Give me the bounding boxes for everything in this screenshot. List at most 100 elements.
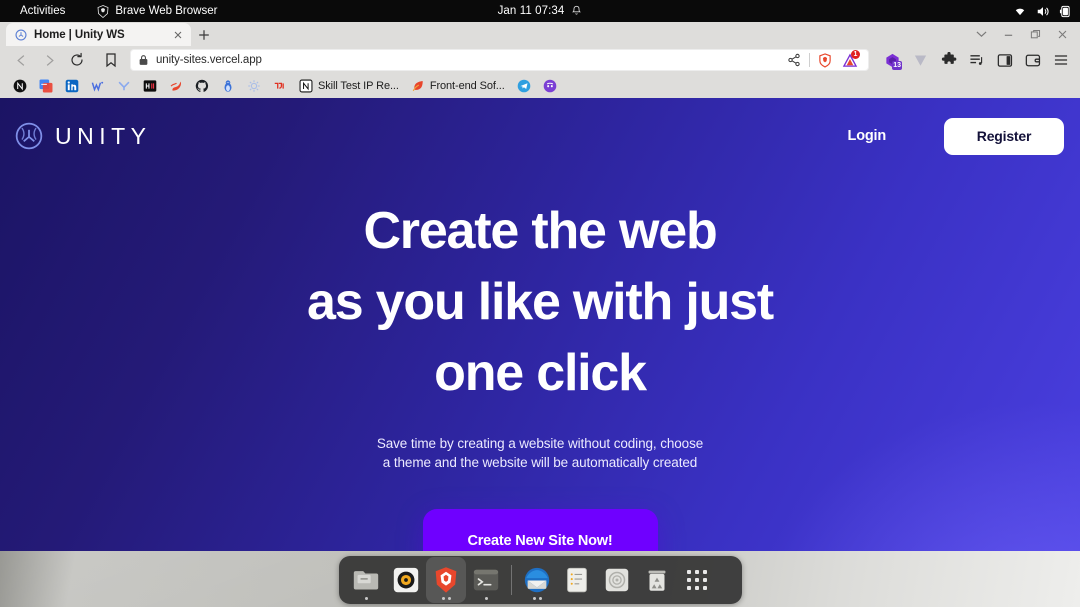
rhythmbox-icon: [393, 567, 419, 593]
browser-toolbar-icons: 13: [875, 51, 1072, 70]
new-tab-button[interactable]: [191, 23, 217, 46]
running-indicator: [532, 597, 542, 600]
back-button[interactable]: [8, 48, 34, 72]
bookmark-github-icon[interactable]: [189, 76, 215, 96]
navigation-toolbar: unity-sites.vercel.app 1 13: [0, 46, 1080, 74]
forward-button[interactable]: [36, 48, 62, 72]
tab-title: Home | Unity WS: [34, 28, 125, 41]
extension-purple-icon[interactable]: 13: [883, 51, 902, 70]
active-app-menu[interactable]: Brave Web Browser: [87, 4, 227, 18]
browser-window: Home | Unity WS unity-sites.vercel.app 1…: [0, 22, 1080, 98]
dock-item-trash[interactable]: [637, 557, 677, 603]
brave-shield-icon[interactable]: [818, 52, 832, 68]
activities-button[interactable]: Activities: [10, 5, 75, 17]
dock-item-files[interactable]: [346, 557, 386, 603]
hero-section: Create the web as you like with just one…: [0, 174, 1080, 551]
bookmark-linkedin-icon[interactable]: [59, 76, 85, 96]
login-link[interactable]: Login: [848, 128, 887, 144]
text-editor-icon: [567, 567, 587, 593]
close-icon[interactable]: [171, 28, 185, 42]
bookmark-notion-icon[interactable]: [7, 76, 33, 96]
dock-item-brave[interactable]: [426, 557, 466, 603]
bookmark-y-icon[interactable]: [111, 76, 137, 96]
bookmark-discord-icon[interactable]: [537, 76, 563, 96]
bookmark-translate-icon[interactable]: [33, 76, 59, 96]
bell-icon[interactable]: [571, 5, 582, 17]
site-navbar: UNITY Login Register: [0, 98, 1080, 174]
puzzle-icon[interactable]: [939, 51, 958, 70]
tab-search-button[interactable]: [969, 24, 993, 44]
window-controls: [969, 24, 1074, 44]
playlist-icon[interactable]: [967, 51, 986, 70]
gnome-top-bar: Activities Brave Web Browser Jan 11 07:3…: [0, 0, 1080, 22]
bookmark-telegram-icon[interactable]: [511, 76, 537, 96]
maximize-button[interactable]: [1023, 24, 1047, 44]
dock-item-text-editor[interactable]: [557, 557, 597, 603]
register-button[interactable]: Register: [944, 117, 1064, 155]
minimize-button[interactable]: [996, 24, 1020, 44]
hero-heading-line-2: as you like with just: [306, 273, 774, 331]
address-bar-text: unity-sites.vercel.app: [156, 54, 262, 66]
bookmark-label: Skill Test IP Re...: [318, 80, 399, 92]
system-status-area[interactable]: [1013, 0, 1071, 22]
wifi-icon: [1015, 8, 1025, 16]
sidebar-icon[interactable]: [995, 51, 1014, 70]
brave-rewards-icon[interactable]: 1: [840, 49, 860, 70]
toolbar-divider: [809, 53, 810, 67]
brave-lion-icon: [97, 4, 109, 18]
extension-badge: 13: [892, 60, 902, 70]
web-page-content: UNITY Login Register Create the web as y…: [0, 98, 1080, 551]
v-extension-icon[interactable]: [911, 51, 930, 70]
clock[interactable]: Jan 11 07:34: [498, 5, 565, 17]
running-indicator: [364, 597, 368, 600]
notion-page-icon: [299, 79, 313, 93]
wallet-icon[interactable]: [1023, 51, 1042, 70]
hero-heading-line-3: one click: [434, 344, 647, 402]
bookmark-label: Front-end Sof...: [429, 80, 505, 92]
brave-icon: [435, 567, 457, 593]
unity-globe-icon: [15, 122, 43, 150]
bookmark-frontend-soft[interactable]: Front-end Sof...: [405, 76, 511, 96]
reload-button[interactable]: [64, 48, 90, 72]
site-logo[interactable]: UNITY: [14, 121, 152, 151]
terminal-icon: [473, 569, 499, 591]
menu-icon[interactable]: [1051, 51, 1070, 70]
files-icon: [353, 571, 379, 590]
bookmark-icon[interactable]: [98, 48, 124, 72]
running-indicator: [484, 597, 488, 600]
dock-item-disc[interactable]: [597, 557, 637, 603]
bookmark-hi-icon[interactable]: [137, 76, 163, 96]
hero-subtitle: Save time by creating a website without …: [0, 434, 1080, 472]
app-grid-icon: [687, 570, 707, 590]
hero-subtitle-line-1: Save time by creating a website without …: [376, 436, 704, 451]
dock-separator: [511, 565, 512, 595]
dock-item-thunderbird[interactable]: [517, 557, 557, 603]
bookmark-hebrew-icon[interactable]: [267, 76, 293, 96]
thunderbird-icon: [524, 567, 550, 593]
unity-favicon: [15, 28, 27, 41]
dock-item-terminal[interactable]: [466, 557, 506, 603]
gnome-dock: [339, 556, 742, 604]
create-new-site-button[interactable]: Create New Site Now!: [422, 509, 658, 551]
show-applications-button[interactable]: [677, 557, 717, 603]
close-window-button[interactable]: [1050, 24, 1074, 44]
rewards-badge: 1: [851, 49, 860, 59]
plus-icon: [199, 29, 209, 40]
bookmark-skill-test[interactable]: Skill Test IP Re...: [293, 76, 405, 96]
bookmarks-bar: Skill Test IP Re... Front-end Sof...: [0, 74, 1080, 98]
bookmark-penguin-icon[interactable]: [215, 76, 241, 96]
share-icon[interactable]: [787, 53, 801, 67]
hero-heading-line-1: Create the web: [363, 202, 717, 260]
volume-icon: [1037, 6, 1049, 16]
hero-heading: Create the web as you like with just one…: [0, 196, 1080, 409]
hero-subtitle-line-2: a theme and the website will be automati…: [382, 455, 698, 470]
bookmark-gear-icon[interactable]: [241, 76, 267, 96]
address-bar[interactable]: unity-sites.vercel.app 1: [130, 49, 869, 71]
bookmark-bird-icon[interactable]: [163, 76, 189, 96]
running-indicator: [441, 597, 451, 600]
battery-icon: [1059, 5, 1070, 17]
browser-tab[interactable]: Home | Unity WS: [6, 23, 191, 46]
dock-item-rhythmbox[interactable]: [386, 557, 426, 603]
bookmark-w-icon[interactable]: [85, 76, 111, 96]
active-app-name: Brave Web Browser: [115, 5, 218, 17]
